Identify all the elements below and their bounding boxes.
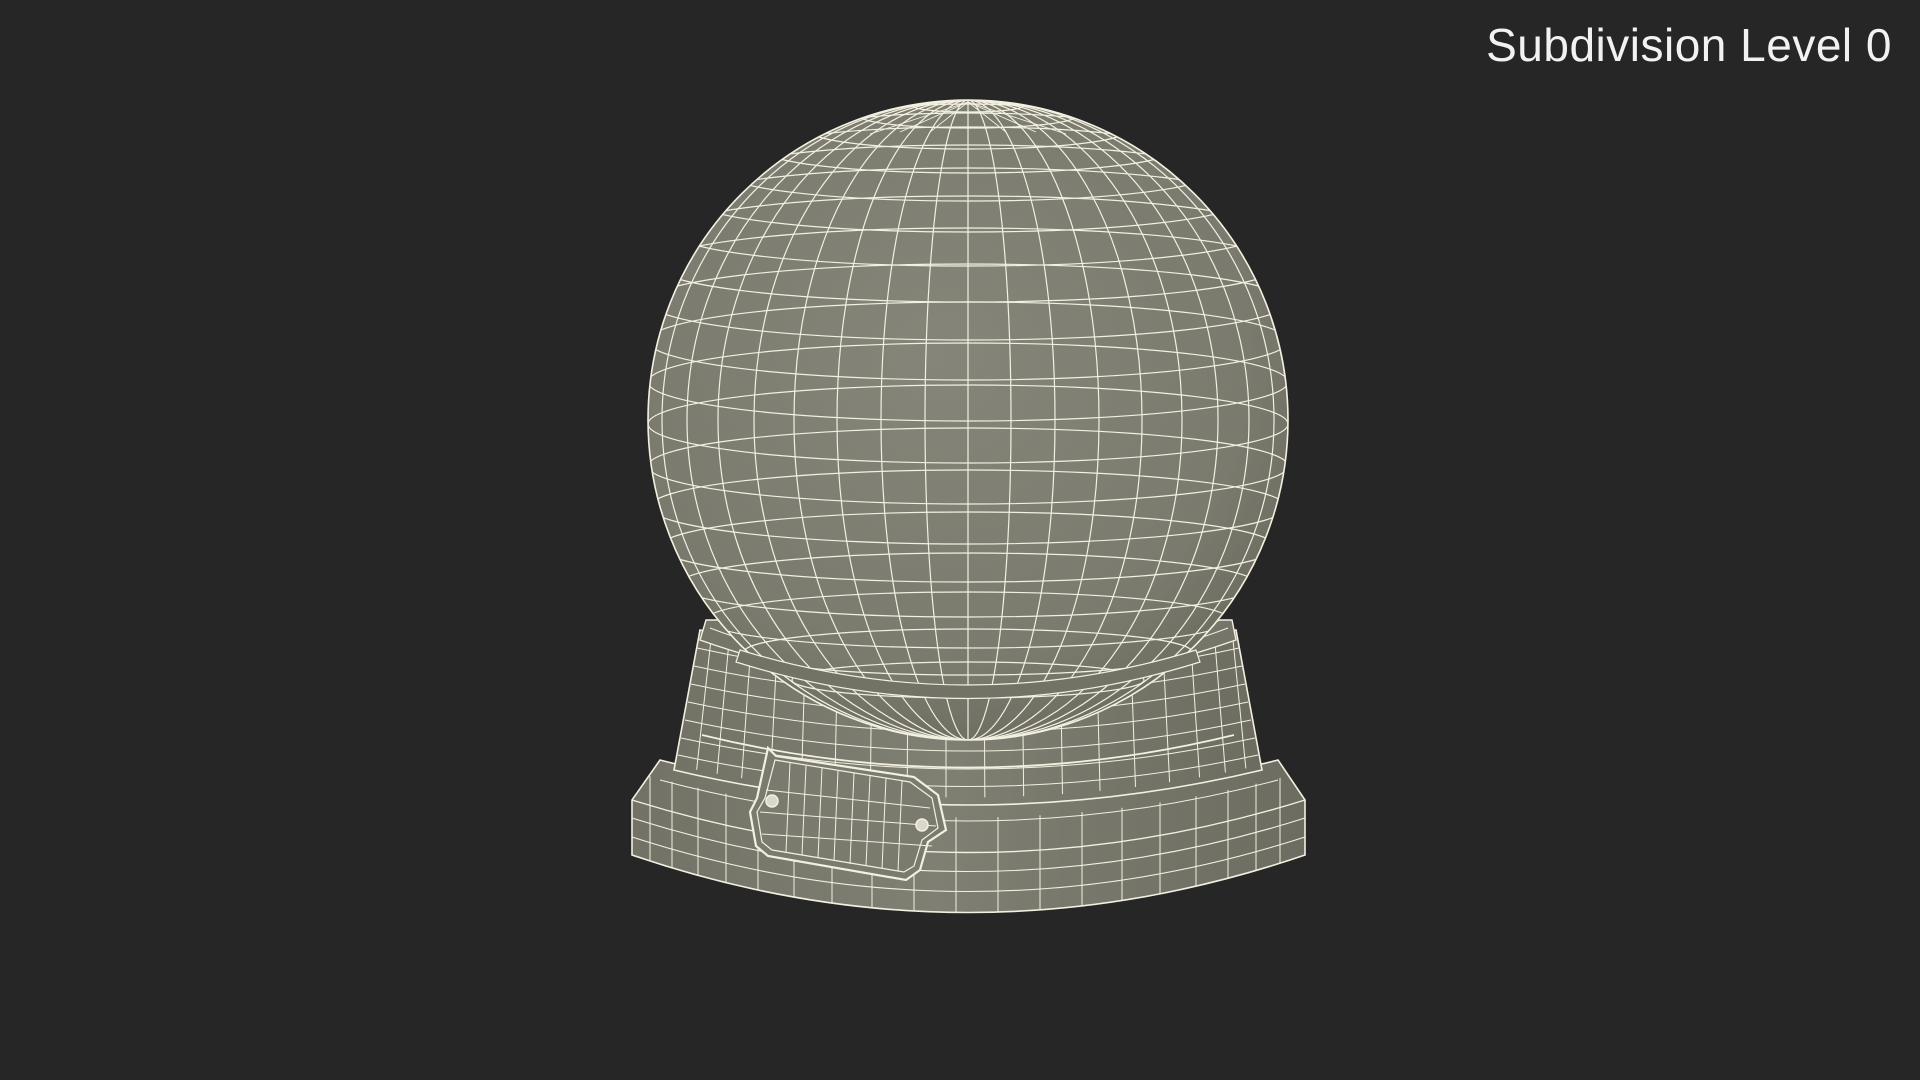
snow-globe-wireframe-model[interactable] [0,0,1920,1080]
plate-screw-left [765,794,779,808]
subdivision-level-label: Subdivision Level 0 [1486,19,1892,71]
plate-screw-right [915,818,929,832]
3d-viewport[interactable]: Subdivision Level 0 [0,0,1920,1080]
glass-sphere [647,99,1289,741]
